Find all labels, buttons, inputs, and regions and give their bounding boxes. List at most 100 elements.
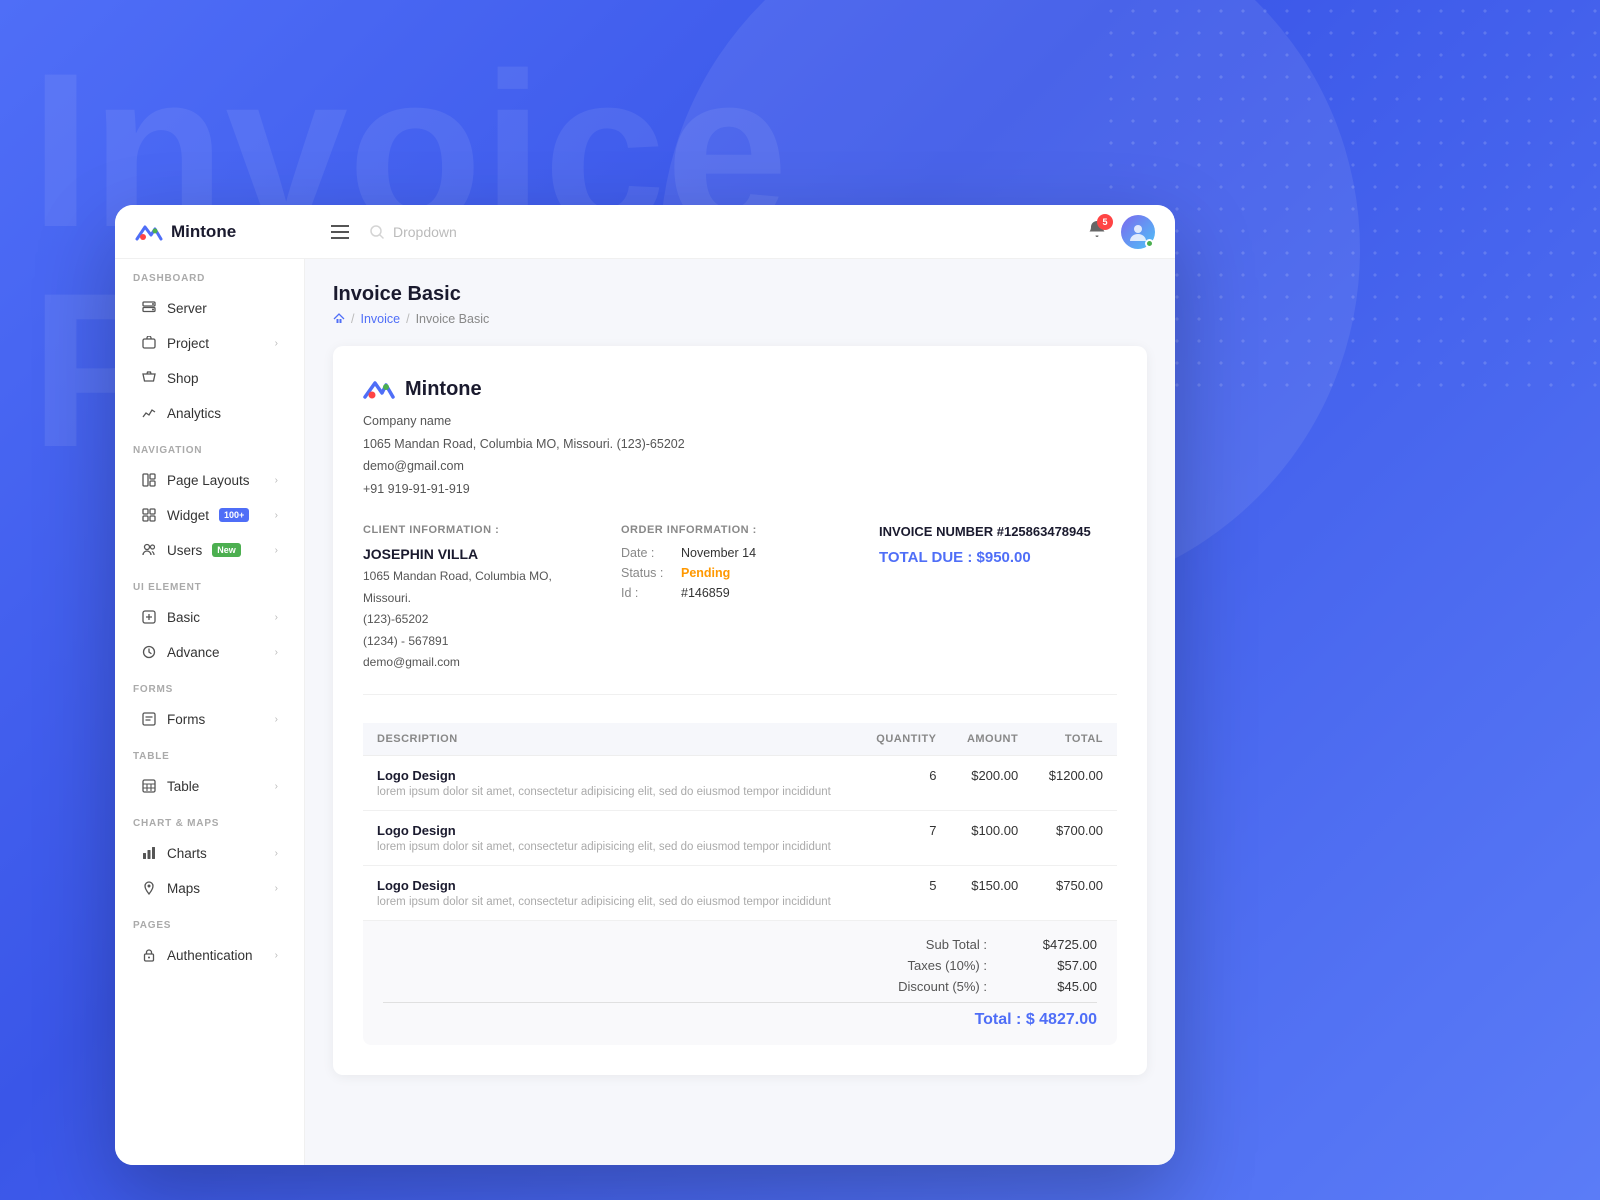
order-id-label: Id : <box>621 586 681 600</box>
avatar-wrapper <box>1121 215 1155 249</box>
maps-icon <box>141 880 157 896</box>
auth-icon <box>141 947 157 963</box>
chevron-right-icon: › <box>275 848 278 859</box>
widget-badge: 100+ <box>219 508 249 522</box>
sidebar-users-label: Users <box>167 543 202 558</box>
search-area: Dropdown <box>369 224 1087 240</box>
sidebar-advance-label: Advance <box>167 645 220 660</box>
client-email: demo@gmail.com <box>363 652 601 674</box>
company-phone: +91 919-91-91-919 <box>363 478 1117 501</box>
order-col-label: ORDER INFORMATION : <box>621 524 859 536</box>
item-qty: 6 <box>860 755 951 810</box>
shop-icon <box>141 370 157 386</box>
order-status-row: Status : Pending <box>621 566 859 580</box>
sidebar-item-project[interactable]: Project › <box>123 326 296 360</box>
taxes-row: Taxes (10%) : $57.00 <box>383 958 1097 973</box>
section-chart-maps: Chart & Maps <box>115 804 304 835</box>
subtotal-val: $4725.00 <box>1027 937 1097 952</box>
taxes-val: $57.00 <box>1027 958 1097 973</box>
notification-button[interactable]: 5 <box>1087 219 1107 244</box>
table-header: DESCRIPTION QUANTITY AMOUNT TOTAL <box>363 723 1117 756</box>
item-desc-cell: Logo Design lorem ipsum dolor sit amet, … <box>363 755 860 810</box>
search-icon <box>369 224 385 240</box>
sidebar-item-server[interactable]: Server <box>123 291 296 325</box>
order-date-val: November 14 <box>681 546 756 560</box>
advance-icon <box>141 644 157 660</box>
company-address: 1065 Mandan Road, Columbia MO, Missouri.… <box>363 433 1117 456</box>
sidebar-item-forms[interactable]: Forms › <box>123 702 296 736</box>
item-total: $750.00 <box>1032 865 1117 920</box>
sidebar-analytics-label: Analytics <box>167 406 221 421</box>
client-col-label: CLIENT INFORMATION : <box>363 524 601 536</box>
table-icon <box>141 778 157 794</box>
forms-icon <box>141 711 157 727</box>
sidebar-charts-label: Charts <box>167 846 207 861</box>
breadcrumb-invoice-link[interactable]: Invoice <box>360 312 400 326</box>
col-quantity: QUANTITY <box>860 723 951 756</box>
item-amount: $200.00 <box>951 755 1033 810</box>
search-placeholder[interactable]: Dropdown <box>393 224 457 240</box>
dots-decoration <box>1100 0 1600 400</box>
sidebar-item-authentication[interactable]: Authentication › <box>123 938 296 972</box>
company-email: demo@gmail.com <box>363 455 1117 478</box>
item-total: $1200.00 <box>1032 755 1117 810</box>
topbar-right: 5 <box>1087 215 1155 249</box>
sidebar-table-label: Table <box>167 779 199 794</box>
chevron-right-icon: › <box>275 475 278 486</box>
table-body: Logo Design lorem ipsum dolor sit amet, … <box>363 755 1117 920</box>
sidebar-item-analytics[interactable]: Analytics <box>123 396 296 430</box>
section-ui-element: UI Element <box>115 568 304 599</box>
total-due-label: TOTAL DUE : <box>879 549 972 566</box>
sidebar-page-layouts-label: Page Layouts <box>167 473 250 488</box>
company-info: Company name 1065 Mandan Road, Columbia … <box>363 410 1117 500</box>
logo-icon <box>135 221 163 243</box>
breadcrumb-sep2: / <box>406 312 409 326</box>
widget-icon <box>141 507 157 523</box>
sidebar-item-shop[interactable]: Shop <box>123 361 296 395</box>
section-table: Table <box>115 737 304 768</box>
project-icon <box>141 335 157 351</box>
sidebar-item-page-layouts[interactable]: Page Layouts › <box>123 463 296 497</box>
sidebar-project-label: Project <box>167 336 209 351</box>
chevron-right-icon: › <box>275 781 278 792</box>
col-description: DESCRIPTION <box>363 723 860 756</box>
sidebar-item-maps[interactable]: Maps › <box>123 871 296 905</box>
total-due-val: $950.00 <box>977 549 1031 566</box>
sidebar-item-advance[interactable]: Advance › <box>123 635 296 669</box>
sidebar-basic-label: Basic <box>167 610 200 625</box>
discount-row: Discount (5%) : $45.00 <box>383 979 1097 994</box>
sidebar-item-basic[interactable]: Basic › <box>123 600 296 634</box>
sidebar-item-widget[interactable]: Widget 100+ › <box>123 498 296 532</box>
sidebar-item-table[interactable]: Table › <box>123 769 296 803</box>
hamburger-button[interactable] <box>325 219 355 245</box>
client-address: 1065 Mandan Road, Columbia MO, Missouri. <box>363 566 601 609</box>
section-dashboard: Dashboard <box>115 259 304 290</box>
sidebar-item-charts[interactable]: Charts › <box>123 836 296 870</box>
col-amount: AMOUNT <box>951 723 1033 756</box>
discount-label: Discount (5%) : <box>867 979 987 994</box>
users-icon <box>141 542 157 558</box>
client-info-col: CLIENT INFORMATION : JOSEPHIN VILLA 1065… <box>363 524 601 674</box>
chevron-right-icon: › <box>275 612 278 623</box>
sidebar-widget-label: Widget <box>167 508 209 523</box>
subtotal-label: Sub Total : <box>867 937 987 952</box>
discount-val: $45.00 <box>1027 979 1097 994</box>
order-date-row: Date : November 14 <box>621 546 859 560</box>
sidebar-item-users[interactable]: Users New › <box>123 533 296 567</box>
item-name: Logo Design <box>377 878 846 893</box>
chevron-right-icon: › <box>275 883 278 894</box>
item-description: lorem ipsum dolor sit amet, consectetur … <box>377 841 846 853</box>
items-table: DESCRIPTION QUANTITY AMOUNT TOTAL Logo D… <box>363 723 1117 921</box>
server-icon <box>141 300 157 316</box>
sidebar: Dashboard Server Project › Shop <box>115 259 305 1165</box>
section-forms: Forms <box>115 670 304 701</box>
main-layout: Dashboard Server Project › Shop <box>115 259 1175 1165</box>
breadcrumb-current: Invoice Basic <box>416 312 490 326</box>
basic-icon <box>141 609 157 625</box>
item-total: $700.00 <box>1032 810 1117 865</box>
client-name: JOSEPHIN VILLA <box>363 546 601 562</box>
taxes-label: Taxes (10%) : <box>867 958 987 973</box>
order-status-label: Status : <box>621 566 681 580</box>
online-indicator <box>1145 239 1154 248</box>
item-description: lorem ipsum dolor sit amet, consectetur … <box>377 786 846 798</box>
